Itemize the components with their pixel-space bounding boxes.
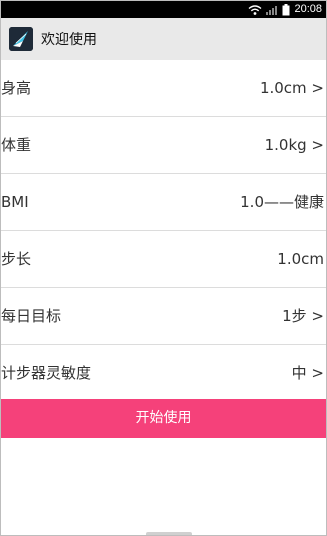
stride-row: 步长 1.0cm — [1, 231, 326, 288]
height-label: 身高 — [1, 79, 32, 97]
daily-goal-row[interactable]: 每日目标 1步 > — [1, 288, 326, 345]
battery-icon — [282, 3, 290, 15]
height-row[interactable]: 身高 1.0cm > — [1, 60, 326, 117]
daily-goal-value: 1步 > — [282, 307, 324, 325]
bmi-label: BMI — [1, 193, 29, 211]
signal-icon — [266, 5, 278, 15]
weight-value: 1.0kg > — [264, 136, 324, 154]
stride-value: 1.0cm — [277, 250, 324, 268]
settings-list: 身高 1.0cm > 体重 1.0kg > BMI 1.0——健康 步长 1.0… — [1, 60, 326, 402]
height-value: 1.0cm > — [259, 79, 324, 97]
app-header: 欢迎使用 — [1, 18, 326, 61]
daily-goal-label: 每日目标 — [1, 307, 62, 325]
wifi-icon — [249, 4, 262, 15]
start-button[interactable]: 开始使用 — [1, 399, 326, 438]
stride-label: 步长 — [1, 250, 32, 268]
weight-row[interactable]: 体重 1.0kg > — [1, 117, 326, 174]
app-logo-icon — [9, 27, 33, 51]
bmi-row: BMI 1.0——健康 — [1, 174, 326, 231]
bmi-value: 1.0——健康 — [240, 193, 324, 211]
status-indicators: 20:08 — [248, 2, 322, 17]
weight-label: 体重 — [1, 136, 32, 154]
sensitivity-label: 计步器灵敏度 — [1, 364, 92, 382]
app-window: 20:08 欢迎使用 身高 1.0cm > 体重 1.0kg > BMI 1.0… — [0, 0, 327, 536]
status-bar: 20:08 — [1, 1, 326, 18]
sensitivity-value: 中 > — [291, 364, 324, 382]
nav-hint-bar — [146, 532, 192, 535]
status-time: 20:08 — [294, 3, 322, 15]
page-title: 欢迎使用 — [41, 32, 97, 48]
sensitivity-row[interactable]: 计步器灵敏度 中 > — [1, 345, 326, 402]
bottom-area — [1, 438, 326, 535]
